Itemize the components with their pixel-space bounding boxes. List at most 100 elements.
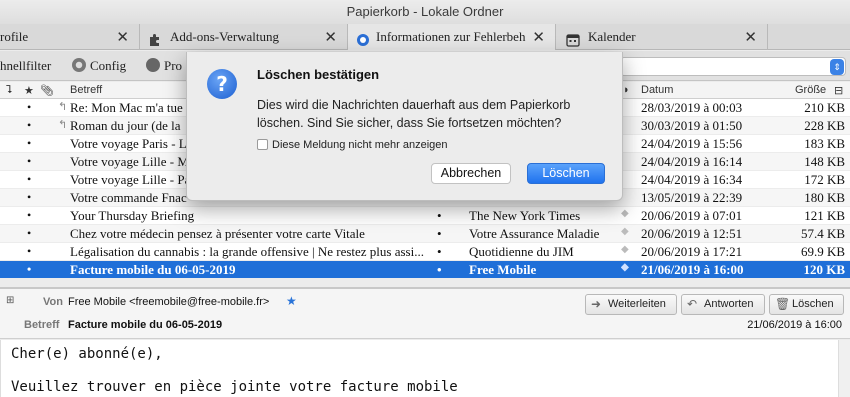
- size-cell: 183 KB: [804, 136, 845, 151]
- close-icon[interactable]: ✕: [532, 24, 545, 50]
- person-icon: [146, 58, 160, 72]
- read-status-dot: •: [27, 244, 32, 258]
- table-row[interactable]: • Chez votre médecin pensez à présenter v…: [0, 225, 850, 243]
- size-cell: 121 KB: [804, 208, 845, 223]
- read-status-dot: •: [27, 118, 32, 132]
- size-cell: 57.4 KB: [800, 226, 845, 241]
- table-row[interactable]: • Facture mobile du 06-05-2019 • Free Mobil…: [0, 261, 850, 279]
- junk-column-icon[interactable]: ◗: [623, 84, 630, 96]
- junk-status-icon: ◆: [621, 244, 629, 255]
- star-icon[interactable]: ★: [286, 294, 297, 308]
- profile-label: Pro: [164, 58, 183, 73]
- size-cell: 172 KB: [804, 172, 845, 187]
- from-label: Von: [43, 296, 63, 308]
- read-status-dot: •: [27, 100, 32, 114]
- cancel-button[interactable]: Abbrechen: [431, 163, 511, 184]
- column-picker-icon[interactable]: ⊟: [834, 84, 843, 97]
- junk-status-icon: ◆: [621, 262, 629, 273]
- profile-button[interactable]: Pro: [146, 58, 182, 74]
- body-line: Cher(e) abonné(e),: [11, 346, 163, 362]
- close-icon[interactable]: ✕: [744, 24, 757, 50]
- subject-cell: Chez votre médecin pensez à présenter vo…: [70, 226, 365, 241]
- tab-calendar-label: Kalender: [588, 29, 636, 44]
- search-field[interactable]: [620, 57, 846, 76]
- tab-troubleshooting-label: Informationen zur Fehlerbeh: [376, 29, 526, 44]
- tab-profile[interactable]: rofile ✕: [0, 24, 140, 50]
- dont-show-again-checkbox[interactable]: Diese Meldung nicht mehr anzeigen: [257, 139, 448, 151]
- confirm-delete-dialog: ? Löschen bestätigen Dies wird die Nachr…: [186, 52, 623, 201]
- tab-troubleshooting[interactable]: Informationen zur Fehlerbeh ✕: [348, 24, 556, 50]
- reply-label: Antworten: [704, 298, 754, 310]
- junk-status-icon: ◆: [621, 208, 629, 219]
- star-column-icon[interactable]: ★: [24, 84, 34, 97]
- tab-calendar[interactable]: Kalender ✕: [556, 24, 768, 50]
- delete-button[interactable]: 🗑︎ Löschen: [769, 294, 844, 315]
- message-body[interactable]: Cher(e) abonné(e), Veuillez trouver en p…: [0, 340, 850, 397]
- config-label: Config: [90, 58, 127, 73]
- column-date[interactable]: Datum: [641, 84, 673, 96]
- delete-label: Löschen: [792, 298, 834, 310]
- reply-button[interactable]: ↶ Antworten: [681, 294, 765, 315]
- dialog-message: Dies wird die Nachrichten dauerhaft aus …: [257, 98, 571, 130]
- size-cell: 228 KB: [804, 118, 845, 133]
- confirm-delete-button[interactable]: Löschen: [527, 163, 605, 184]
- scrollbar[interactable]: [838, 340, 850, 397]
- attachment-column-icon[interactable]: 📎︎: [40, 84, 54, 97]
- reply-arrow-icon: ↰: [58, 119, 68, 131]
- table-row[interactable]: • Your Thursday Briefing • The New York Tim…: [0, 207, 850, 225]
- size-cell: 69.9 KB: [800, 244, 845, 259]
- thread-column-icon[interactable]: ⮧: [6, 84, 13, 97]
- body-line: Veuillez trouver en pièce jointe votre f…: [11, 379, 458, 395]
- date-cell: 21/06/2019 à 16:00: [641, 262, 744, 277]
- sender-status-dot: •: [437, 208, 442, 223]
- tab-profile-label: rofile: [0, 29, 29, 44]
- calendar-icon: [566, 30, 580, 47]
- gear-icon: [72, 58, 86, 72]
- config-button[interactable]: Config: [72, 58, 126, 74]
- message-header: ⊞ Von Free Mobile <freemobile@free-mobil…: [0, 287, 850, 339]
- close-icon[interactable]: ✕: [116, 24, 129, 50]
- date-cell: 20/06/2019 à 17:21: [641, 244, 743, 259]
- subject-value: Facture mobile du 06-05-2019: [68, 319, 223, 331]
- close-icon[interactable]: ✕: [324, 24, 337, 50]
- junk-status-icon: ◆: [621, 226, 629, 237]
- dialog-title: Löschen bestätigen: [257, 67, 380, 82]
- size-cell: 148 KB: [804, 154, 845, 169]
- question-icon: ?: [207, 69, 237, 99]
- quickfilter-button[interactable]: hnellfilter: [0, 58, 51, 74]
- date-cell: 24/04/2019 à 16:34: [641, 172, 743, 187]
- table-row[interactable]: • Légalisation du cannabis : la grande of…: [0, 243, 850, 261]
- date-cell: 24/04/2019 à 15:56: [641, 136, 743, 151]
- date-cell: 13/05/2019 à 22:39: [641, 190, 743, 205]
- sender-cell: Votre Assurance Maladie: [469, 226, 600, 241]
- subject-label: Betreff: [24, 319, 60, 331]
- tab-addons[interactable]: Add-ons-Verwaltung ✕: [140, 24, 348, 50]
- sender-cell: The New York Times: [469, 208, 581, 223]
- sender-status-dot: •: [437, 244, 442, 259]
- read-status-dot: •: [27, 154, 32, 168]
- tab-addons-label: Add-ons-Verwaltung: [170, 29, 280, 44]
- size-cell: 180 KB: [804, 190, 845, 205]
- date-cell: 28/03/2019 à 00:03: [641, 100, 743, 115]
- message-date: 21/06/2019 à 16:00: [747, 319, 842, 331]
- from-value[interactable]: Free Mobile <freemobile@free-mobile.fr>: [68, 296, 269, 308]
- read-status-dot: •: [27, 136, 32, 150]
- thunderbird-icon: [356, 30, 370, 46]
- subject-cell: Your Thursday Briefing: [70, 208, 195, 223]
- checkbox-box[interactable]: [257, 139, 268, 150]
- reply-arrow-icon: ↰: [58, 101, 68, 113]
- size-cell: 120 KB: [803, 262, 845, 277]
- window-title: Papierkorb - Lokale Ordner: [0, 0, 850, 24]
- read-status-dot: •: [27, 190, 32, 204]
- column-subject[interactable]: Betreff: [70, 84, 102, 96]
- expand-icon[interactable]: ⊞: [6, 295, 14, 306]
- sender-status-dot: •: [437, 226, 442, 241]
- date-cell: 20/06/2019 à 12:51: [641, 226, 743, 241]
- size-cell: 210 KB: [804, 100, 845, 115]
- puzzle-icon: [148, 30, 162, 46]
- sender-status-dot: •: [437, 262, 442, 277]
- column-size[interactable]: Größe: [795, 84, 826, 96]
- forward-button[interactable]: ➜ Weiterleiten: [585, 294, 677, 315]
- read-status-dot: •: [27, 172, 32, 186]
- chevron-updown-icon[interactable]: ⇕: [830, 59, 844, 75]
